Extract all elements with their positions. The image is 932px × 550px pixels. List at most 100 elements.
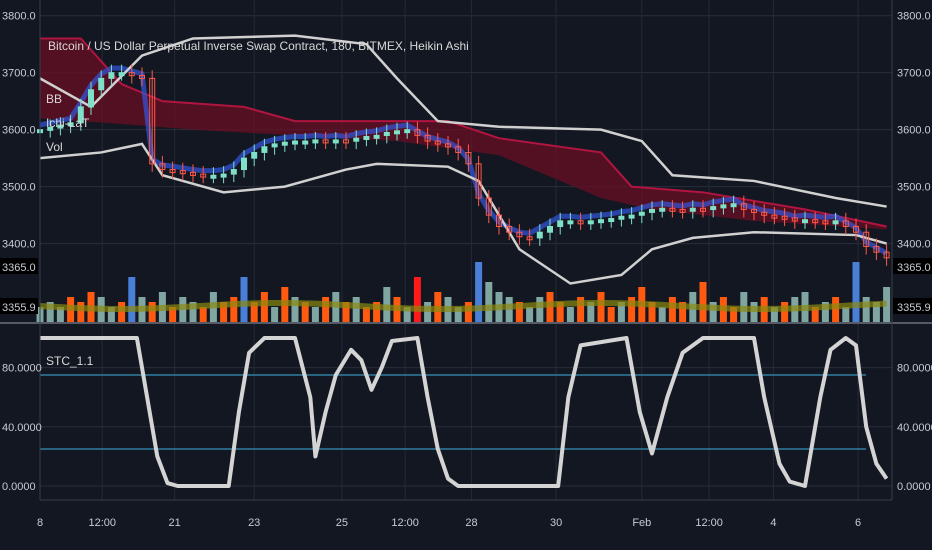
candle-body (730, 203, 737, 208)
candle-body (292, 140, 298, 145)
candle-body (394, 130, 400, 135)
chart-svg[interactable]: 3800.0 3800.0 3700.0 3700.0 3600.0 3600.0 3500… (0, 0, 932, 550)
volume-bar (464, 302, 472, 322)
candle-body (363, 135, 370, 140)
x-tick-label: 12:00 (88, 517, 116, 529)
candle-body (261, 146, 268, 153)
candle-body (598, 219, 604, 224)
stc-tick-left: 80.0000 (2, 363, 42, 375)
candle-body (587, 220, 594, 225)
volume-bar (536, 297, 544, 322)
candle-body (220, 173, 227, 178)
stc-tick-left: 40.0000 (2, 422, 42, 434)
volume-bar (781, 302, 789, 322)
volume-ma (39, 299, 887, 312)
candle-body (332, 139, 339, 144)
candle-body (302, 140, 309, 145)
volume-bar (260, 292, 268, 322)
legend-stc[interactable]: STC_1.1 (46, 354, 94, 368)
volume-bar (699, 282, 707, 322)
candle-body (312, 139, 319, 144)
volume-bar (77, 302, 85, 322)
candles (37, 64, 890, 266)
price-tick-left: 3400.0 (2, 239, 36, 251)
volume-bar (597, 292, 605, 322)
volume-bar (199, 307, 207, 322)
candle-body (271, 143, 278, 148)
price-tick-right: 3700.0 (897, 68, 931, 80)
volume-label-right: 3355.9 (897, 302, 931, 314)
candle-body (251, 151, 258, 159)
price-tick-left: 3800.0 (2, 11, 36, 23)
candle-body (638, 211, 645, 216)
volume-label-left: 3365.0 (2, 262, 36, 274)
x-tick-label: 23 (248, 517, 260, 529)
candle-body (832, 220, 839, 225)
volume-bar (148, 302, 156, 322)
stc-panel (40, 336, 892, 488)
candle-body (608, 218, 615, 223)
volume-bar (566, 307, 574, 322)
candle-body (689, 207, 696, 212)
volume-label-left: 3355.9 (2, 302, 36, 314)
volume-bar (230, 297, 238, 322)
volume-bars (36, 262, 891, 322)
baseline-band (39, 65, 888, 256)
candle-body (618, 215, 625, 220)
candle-body (567, 220, 574, 225)
volume-bar (842, 307, 850, 322)
x-tick-label: 21 (169, 517, 181, 529)
volume-bar (118, 302, 126, 322)
candle-body (230, 169, 237, 175)
volume-bar (852, 262, 860, 322)
candle-body (281, 141, 288, 146)
volume-bar (658, 307, 666, 322)
chart-title: Bitcoin / US Dollar Perpetual Inverse Sw… (48, 39, 469, 53)
x-tick-label: 28 (465, 517, 477, 529)
stc-tick-right: 80.0000 (897, 363, 932, 375)
volume-bar (240, 277, 248, 322)
x-tick-label: 12:00 (695, 517, 723, 529)
candle-body (88, 89, 94, 108)
price-tick-right: 3400.0 (897, 239, 931, 251)
volume-bar (322, 297, 330, 322)
candle-body (98, 77, 105, 91)
volume-bar (352, 297, 360, 322)
volume-bar (526, 307, 534, 322)
volume-bar (862, 297, 870, 322)
price-tick-left: 3700.0 (2, 68, 36, 80)
volume-bar (607, 307, 615, 322)
volume-bar (271, 307, 279, 322)
x-tick-label: 12:00 (391, 517, 419, 529)
candle-body (628, 214, 635, 219)
volume-bar (128, 277, 136, 322)
candle-body (649, 208, 655, 213)
volume-bar (485, 282, 493, 322)
candle-body (108, 72, 115, 79)
stc-tick-right: 40.0000 (897, 422, 932, 434)
candle-body (353, 137, 360, 142)
stc-tick-left: 0.0000 (2, 481, 36, 493)
legend-vol[interactable]: Vol (46, 140, 63, 154)
price-tick-left: 3600.0 (2, 125, 36, 137)
x-tick-label: 30 (550, 517, 562, 529)
candle-body (210, 174, 217, 179)
volume-bar (750, 302, 758, 322)
legend-ichimoku[interactable]: Ichi-LaT (46, 116, 90, 130)
candle-body (536, 231, 543, 239)
x-tick-label: 25 (336, 517, 348, 529)
grid (39, 0, 892, 500)
x-tick-label: 4 (770, 517, 776, 529)
trading-chart[interactable]: 3800.0 3800.0 3700.0 3700.0 3600.0 3600.0 3500… (0, 0, 932, 550)
volume-label-right: 3365.0 (897, 262, 931, 274)
price-tick-left: 3500.0 (2, 182, 36, 194)
volume-bar (668, 297, 676, 322)
volume-bar (311, 307, 319, 322)
candle-body (118, 72, 125, 77)
stc-tick-right: 0.0000 (897, 481, 931, 493)
legend-bb[interactable]: BB (46, 92, 62, 106)
volume-bar (413, 277, 421, 322)
volume-bar (424, 302, 432, 322)
candle-body (710, 206, 717, 211)
candle-body (557, 220, 564, 228)
